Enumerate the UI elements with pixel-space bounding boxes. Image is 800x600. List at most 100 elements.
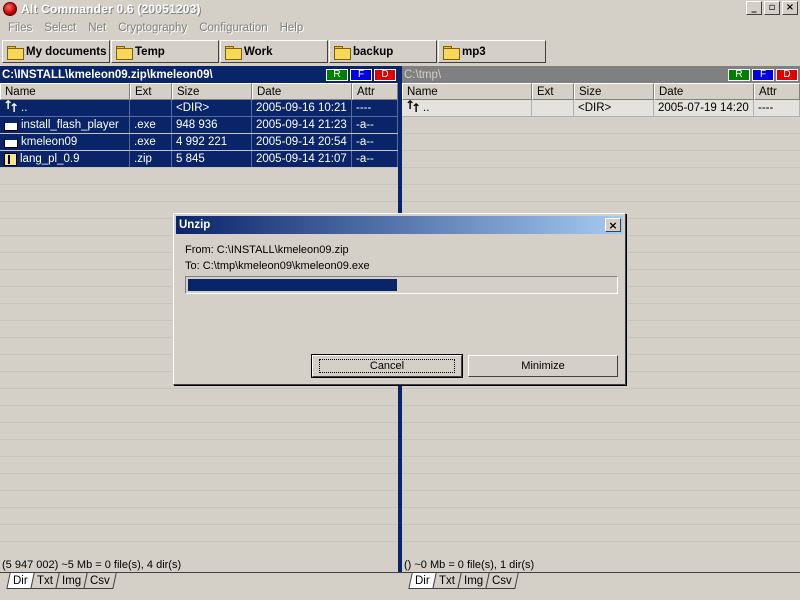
cell-attr: -a-- (352, 134, 398, 151)
menu-configuration[interactable]: Configuration (193, 22, 273, 34)
row-name: install_flash_player (21, 119, 119, 131)
table-row[interactable]: .. <DIR> 2005-09-16 10:21 ---- (0, 100, 398, 117)
minimize-button[interactable]: _ (746, 1, 762, 15)
bookmark-work[interactable]: Work (220, 40, 328, 63)
bookmark-label: Work (244, 45, 273, 58)
menu-files[interactable]: Files (2, 22, 38, 34)
tab-label: Dir (415, 574, 430, 587)
bookmark-mp3[interactable]: mp3 (438, 40, 546, 63)
cell-name: install_flash_player (0, 117, 130, 134)
cell-name: kmeleon09 (0, 134, 130, 151)
maximize-button[interactable]: ▫ (764, 1, 780, 15)
dialog-title: Unzip (179, 219, 211, 231)
bookmark-my-documents[interactable]: My documents (2, 40, 110, 63)
unzip-progress-bar (185, 276, 618, 294)
menu-select[interactable]: Select (38, 22, 82, 34)
column-size[interactable]: Size (574, 83, 654, 100)
dialog-from-text: From: C:\INSTALL\kmeleon09.zip (185, 244, 349, 256)
progress-fill (188, 279, 398, 291)
window-controls: _ ▫ × (744, 1, 798, 15)
dialog-title-bar[interactable]: Unzip × (176, 216, 623, 234)
drive-flag-button[interactable]: D (776, 68, 798, 81)
refresh-flag-button[interactable]: R (728, 68, 750, 81)
bookmark-temp[interactable]: Temp (111, 40, 219, 63)
tab-label: Img (463, 574, 483, 587)
column-name[interactable]: Name (0, 83, 130, 100)
right-path: C:\tmp\ (404, 68, 442, 81)
left-path: C:\INSTALL\kmeleon09.zip\kmeleon09\ (2, 68, 213, 81)
column-ext[interactable]: Ext (130, 83, 172, 100)
folder-icon (443, 45, 460, 60)
file-icon (4, 119, 18, 131)
bookmark-label: backup (353, 45, 394, 58)
right-path-bar: C:\tmp\ R F D (402, 66, 800, 83)
row-name: .. (423, 102, 430, 114)
dialog-to-text: To: C:\tmp\kmeleon09\kmeleon09.exe (185, 260, 370, 272)
bookmark-label: mp3 (462, 45, 486, 58)
menu-cryptography[interactable]: Cryptography (112, 22, 193, 34)
row-name: .. (21, 102, 28, 114)
file-icon (4, 136, 18, 148)
close-button[interactable]: × (782, 1, 798, 15)
cell-ext: .exe (130, 117, 172, 134)
up-dir-icon (3, 100, 19, 115)
cell-size: 948 936 (172, 117, 252, 134)
table-row[interactable]: .. <DIR> 2005-07-19 14:20 ---- (402, 100, 800, 117)
menu-bar: Files Select Net Cryptography Configurat… (0, 18, 800, 38)
menu-net[interactable]: Net (82, 22, 112, 34)
column-ext[interactable]: Ext (532, 83, 574, 100)
cell-ext: .zip (130, 151, 172, 168)
left-status-bar: (5 947 002) ~5 Mb = 0 file(s), 4 dir(s) (2, 559, 182, 571)
left-path-bar: C:\INSTALL\kmeleon09.zip\kmeleon09\ R F … (0, 66, 398, 83)
column-name[interactable]: Name (402, 83, 532, 100)
folder-icon (334, 45, 351, 60)
right-column-headers: Name Ext Size Date Attr (402, 83, 800, 100)
app-icon[interactable] (3, 2, 17, 16)
column-attr[interactable]: Attr (754, 83, 800, 100)
cell-date: 2005-09-14 21:23 (252, 117, 352, 134)
drive-flag-button[interactable]: D (374, 68, 396, 81)
window-title: Alt Commander 0.6 (20051203) (21, 2, 201, 16)
tab-label: Txt (438, 574, 455, 587)
cell-date: 2005-07-19 14:20 (654, 100, 754, 117)
tab-label: Img (61, 574, 81, 587)
left-drive-flags: R F D (324, 68, 396, 81)
cell-attr: -a-- (352, 151, 398, 168)
cell-attr: -a-- (352, 117, 398, 134)
table-row[interactable]: install_flash_player .exe 948 936 2005-0… (0, 117, 398, 134)
unzip-dialog: Unzip × From: C:\INSTALL\kmeleon09.zip T… (173, 213, 626, 385)
filter-flag-button[interactable]: F (350, 68, 372, 81)
cancel-button[interactable]: Cancel (311, 354, 463, 378)
cell-ext (532, 100, 574, 117)
refresh-flag-button[interactable]: R (326, 68, 348, 81)
cell-attr: ---- (754, 100, 800, 117)
folder-icon (116, 45, 133, 60)
cell-ext (130, 100, 172, 117)
cell-attr: ---- (352, 100, 398, 117)
up-dir-icon (405, 100, 421, 115)
column-date[interactable]: Date (252, 83, 352, 100)
filter-flag-button[interactable]: F (752, 68, 774, 81)
cell-size: <DIR> (172, 100, 252, 117)
menu-help[interactable]: Help (274, 22, 310, 34)
column-size[interactable]: Size (172, 83, 252, 100)
cell-size: 5 845 (172, 151, 252, 168)
zip-icon (4, 152, 17, 166)
table-row[interactable]: lang_pl_0.9 .zip 5 845 2005-09-14 21:07 … (0, 151, 398, 168)
cancel-label: Cancel (318, 359, 456, 373)
divider (0, 572, 800, 573)
cell-date: 2005-09-16 10:21 (252, 100, 352, 117)
tab-csv[interactable]: Csv (83, 573, 117, 589)
minimize-dialog-button[interactable]: Minimize (468, 355, 618, 377)
right-view-tabs: Dir Txt Img Csv (408, 573, 519, 590)
right-status-bar: () ~0 Mb = 0 file(s), 1 dir(s) (404, 559, 535, 571)
table-row[interactable]: kmeleon09 .exe 4 992 221 2005-09-14 20:5… (0, 134, 398, 151)
column-date[interactable]: Date (654, 83, 754, 100)
tab-csv[interactable]: Csv (485, 573, 519, 589)
dialog-close-button[interactable]: × (605, 218, 621, 232)
row-name: lang_pl_0.9 (20, 153, 80, 165)
bookmark-backup[interactable]: backup (329, 40, 437, 63)
column-attr[interactable]: Attr (352, 83, 398, 100)
title-bar: Alt Commander 0.6 (20051203) _ ▫ × (0, 0, 800, 18)
tab-label: Csv (89, 574, 110, 587)
